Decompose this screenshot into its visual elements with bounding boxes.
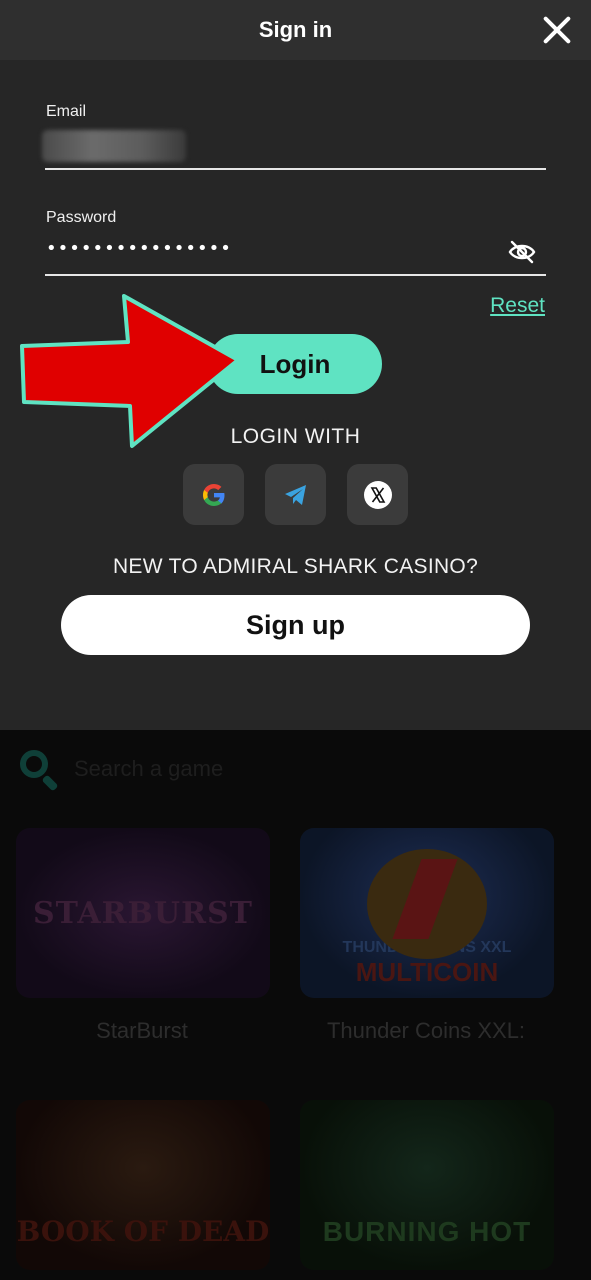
- game-search: Search a game: [18, 748, 224, 792]
- x-login-button[interactable]: [347, 464, 408, 525]
- game-art-title: BOOK OF DEAD: [16, 1215, 270, 1248]
- google-login-button[interactable]: [183, 464, 244, 525]
- modal-title: Sign in: [258, 17, 333, 42]
- password-field-underline: [45, 274, 546, 276]
- game-card-burning-hot: BURNING HOT: [300, 1100, 554, 1270]
- email-label: Email: [46, 103, 87, 120]
- google-icon: [202, 483, 224, 506]
- game-card-thunder-coins: THUNDER COINS XXL MULTICOIN: [300, 828, 554, 998]
- password-label: Password: [46, 209, 117, 226]
- new-to-casino-label: NEW TO ADMIRAL SHARK CASINO?: [112, 555, 479, 578]
- telegram-icon: [284, 484, 306, 505]
- game-card-starburst: STARBURST: [16, 828, 270, 998]
- eye-off-icon[interactable]: [507, 238, 537, 266]
- x-icon: [363, 480, 392, 509]
- modal-header: Sign in: [0, 0, 591, 60]
- reset-password-link[interactable]: Reset: [490, 294, 545, 318]
- game-title: Thunder Coins XXL:: [326, 1018, 526, 1043]
- game-card-book-of-dead: BOOK OF DEAD: [16, 1100, 270, 1270]
- close-icon[interactable]: [541, 14, 573, 46]
- login-with-label: LOGIN WITH: [230, 425, 361, 448]
- search-placeholder: Search a game: [74, 756, 224, 781]
- email-field-value-blurred[interactable]: [42, 130, 186, 162]
- game-art-title: BURNING HOT: [322, 1216, 532, 1247]
- search-icon: [18, 748, 60, 792]
- game-title: StarBurst: [96, 1018, 188, 1043]
- password-field[interactable]: ••••••••••••••••: [46, 238, 232, 259]
- sign-up-button[interactable]: Sign up: [61, 595, 530, 655]
- sign-in-modal: Sign in Email Password •••••••••••••••• …: [0, 0, 591, 730]
- lightning-bolt-art: [367, 848, 487, 959]
- game-art-title: STARBURST: [33, 895, 253, 931]
- telegram-login-button[interactable]: [265, 464, 326, 525]
- game-art-subtitle: MULTICOIN: [355, 956, 499, 987]
- games-lobby-background: Search a game STARBURST StarBurst THUNDE…: [0, 730, 591, 1280]
- email-field-underline: [45, 168, 546, 170]
